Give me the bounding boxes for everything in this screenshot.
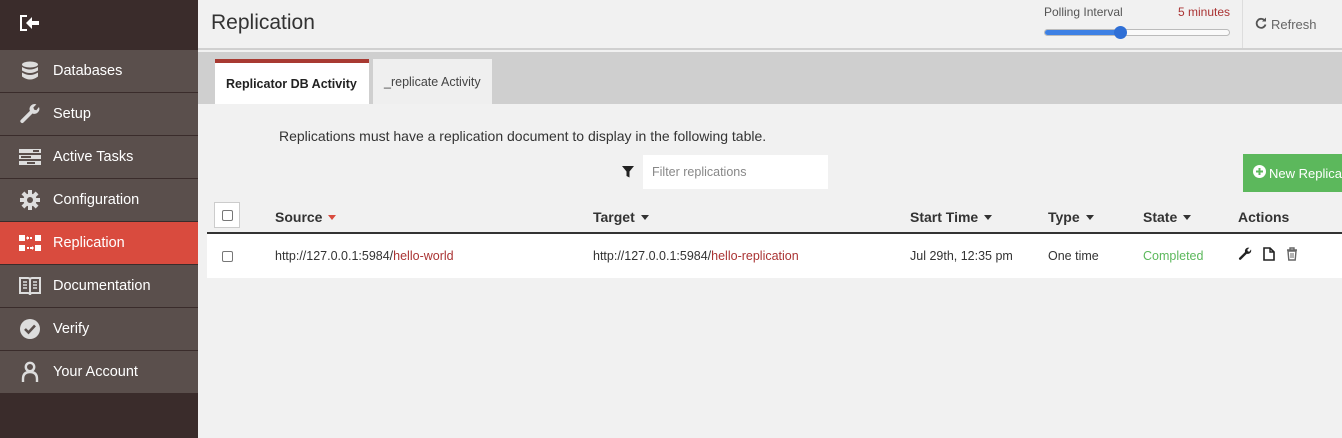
sidebar-item-setup[interactable]: Setup: [0, 93, 198, 136]
filter-icon: [622, 165, 634, 183]
target-host: http://127.0.0.1:5984/: [593, 249, 712, 263]
user-icon: [18, 360, 42, 384]
new-replication-label: New Replicat: [1269, 165, 1342, 181]
sort-caret-icon: [984, 214, 993, 220]
wrench-icon: [18, 102, 42, 126]
column-start-time-label: Start Time: [910, 209, 979, 225]
type-cell: One time: [1048, 249, 1099, 263]
collapse-sidebar-icon[interactable]: [18, 14, 40, 37]
check-circle-icon: [18, 317, 42, 341]
page-header: Replication Polling Interval 5 minutes R…: [198, 0, 1342, 50]
replications-table: Source Target Start Time Type State Acti…: [207, 198, 1342, 278]
trash-icon[interactable]: [1286, 247, 1298, 261]
table-header: Source Target Start Time Type State Acti…: [207, 198, 1342, 234]
slider-fill: [1045, 30, 1121, 35]
document-icon[interactable]: [1263, 247, 1275, 261]
book-icon: [18, 274, 42, 298]
column-target-label: Target: [593, 209, 635, 225]
slider-handle[interactable]: [1114, 26, 1128, 39]
sort-caret-icon: [640, 214, 649, 220]
tab-bar: Replicator DB Activity _replicate Activi…: [198, 52, 1342, 104]
source-db-link[interactable]: hello-world: [393, 249, 453, 263]
tab-replicate-activity[interactable]: _replicate Activity: [373, 59, 492, 104]
plus-circle-icon: [1253, 165, 1266, 181]
filter-replications-input[interactable]: [643, 155, 828, 189]
refresh-button[interactable]: Refresh: [1242, 0, 1342, 48]
sidebar-item-label: Verify: [53, 321, 90, 337]
sort-caret-icon: [1183, 214, 1192, 220]
column-target[interactable]: Target: [593, 209, 649, 225]
state-cell: Completed: [1143, 249, 1204, 263]
row-checkbox[interactable]: [222, 251, 233, 262]
column-type-label: Type: [1048, 209, 1080, 225]
sidebar-item-label: Documentation: [53, 278, 151, 294]
column-state[interactable]: State: [1143, 209, 1192, 225]
column-state-label: State: [1143, 209, 1178, 225]
sidebar-item-label: Configuration: [53, 192, 140, 208]
source-host: http://127.0.0.1:5984/: [275, 249, 394, 263]
sidebar-item-label: Databases: [53, 63, 123, 79]
source-cell: http://127.0.0.1:5984/hello-world: [275, 249, 454, 263]
replication-icon: [18, 231, 42, 255]
sidebar-header: [0, 0, 198, 50]
row-actions: [1238, 247, 1298, 261]
table-row: http://127.0.0.1:5984/hello-world http:/…: [207, 234, 1342, 278]
sidebar-item-active-tasks[interactable]: Active Tasks: [0, 136, 198, 179]
column-type[interactable]: Type: [1048, 209, 1094, 225]
sidebar-item-databases[interactable]: Databases: [0, 50, 198, 93]
info-text: Replications must have a replication doc…: [279, 128, 767, 144]
column-source[interactable]: Source: [275, 209, 337, 225]
sidebar-item-configuration[interactable]: Configuration: [0, 179, 198, 222]
tasks-icon: [18, 145, 42, 169]
new-replication-button[interactable]: New Replicat: [1243, 154, 1342, 192]
target-cell: http://127.0.0.1:5984/hello-replication: [593, 249, 799, 263]
polling-interval-label: Polling Interval: [1044, 5, 1123, 19]
refresh-icon: [1255, 17, 1267, 32]
select-all-checkbox[interactable]: [214, 202, 240, 228]
polling-interval-slider[interactable]: [1044, 26, 1230, 39]
edit-wrench-icon[interactable]: [1238, 247, 1252, 261]
sidebar-item-your-account[interactable]: Your Account: [0, 351, 198, 394]
gear-icon: [18, 188, 42, 212]
refresh-label: Refresh: [1271, 16, 1317, 32]
sidebar: Databases Setup Active Tasks Configurati…: [0, 0, 198, 438]
column-start-time[interactable]: Start Time: [910, 209, 993, 225]
sidebar-item-documentation[interactable]: Documentation: [0, 265, 198, 308]
sidebar-item-label: Active Tasks: [53, 149, 134, 165]
column-source-label: Source: [275, 209, 323, 225]
polling-interval-value: 5 minutes: [1177, 5, 1230, 19]
sidebar-item-label: Your Account: [53, 364, 138, 380]
sort-caret-icon: [328, 214, 337, 220]
database-icon: [18, 59, 42, 83]
sidebar-item-label: Setup: [53, 106, 91, 122]
sidebar-item-label: Replication: [53, 235, 125, 251]
sidebar-item-replication[interactable]: Replication: [0, 222, 198, 265]
sidebar-item-verify[interactable]: Verify: [0, 308, 198, 351]
target-db-link[interactable]: hello-replication: [711, 249, 799, 263]
sort-caret-icon: [1085, 214, 1094, 220]
column-actions: Actions: [1238, 209, 1290, 225]
start-time-cell: Jul 29th, 12:35 pm: [910, 249, 1013, 263]
tab-replicator-db-activity[interactable]: Replicator DB Activity: [215, 59, 369, 104]
page-title: Replication: [211, 11, 315, 34]
